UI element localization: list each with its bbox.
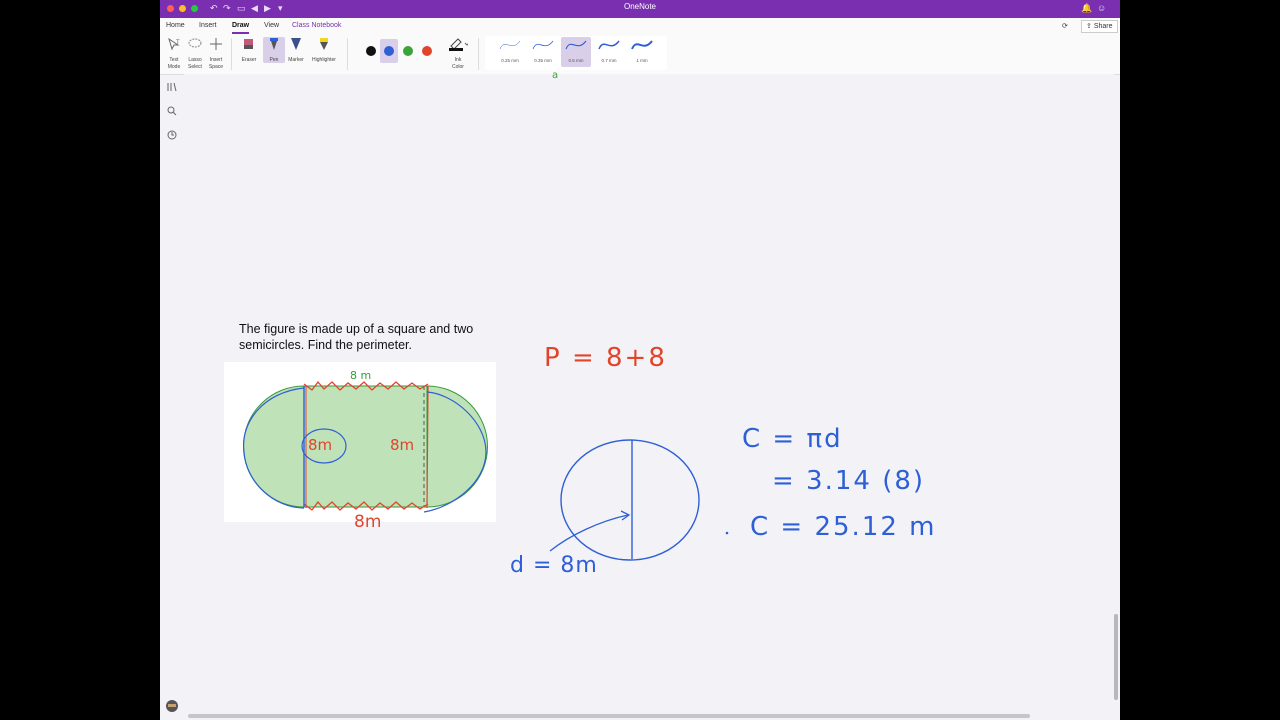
tab-draw[interactable]: Draw — [232, 22, 250, 34]
thickness-label: 0.35 mm — [534, 58, 552, 63]
highlighter-button[interactable]: Highlighter — [312, 37, 336, 63]
lasso-icon — [188, 38, 202, 48]
vertical-scrollbar[interactable] — [1114, 614, 1118, 700]
text-mode-icon: T — [168, 37, 180, 51]
eraser-button[interactable]: Eraser — [238, 37, 260, 63]
ink-dot — [725, 531, 729, 535]
circumference-formula: C = πd — [742, 424, 843, 454]
text-mode-label-2: Mode — [167, 64, 181, 70]
stroke-preview-icon — [631, 40, 653, 50]
thickness-label: 1 mm — [636, 58, 648, 63]
lasso-select-button[interactable]: Lasso Select — [184, 37, 206, 70]
menu-bar: Home Insert Draw View Class Notebook ⟳ ⇪… — [160, 18, 1120, 34]
stroke-preview-icon — [598, 40, 620, 50]
question-text: The figure is made up of a square and tw… — [239, 321, 539, 353]
top-side-label: 8 m — [350, 369, 372, 382]
account-icon[interactable]: ☺ — [1097, 3, 1106, 13]
color-swatch-red[interactable] — [422, 46, 432, 56]
marker-button[interactable]: Marker — [285, 37, 307, 63]
thickness-0-5mm[interactable]: 0.5 mm — [561, 37, 591, 67]
divider — [478, 38, 479, 70]
tab-view[interactable]: View — [264, 22, 279, 29]
svg-text:T: T — [176, 40, 180, 46]
color-swatch-black[interactable] — [366, 46, 376, 56]
tab-insert[interactable]: Insert — [199, 22, 217, 29]
stroke-preview-icon — [499, 40, 521, 50]
square-semicircles-diagram — [242, 380, 488, 513]
question-line-2: semicircles. Find the perimeter. — [239, 338, 412, 352]
divider — [347, 38, 348, 70]
navigation-sidebar — [160, 74, 184, 720]
thickness-0-25mm[interactable]: 0.25 mm — [495, 37, 525, 67]
right-side-label: 8m — [390, 436, 415, 454]
stroke-preview-icon — [565, 40, 587, 50]
insert-space-label: Insert — [209, 57, 223, 63]
ink-color-icon — [449, 38, 470, 51]
thickness-1mm[interactable]: 1 mm — [627, 37, 657, 67]
title-bar: ↶ ↷ ▭ ◀ ▶ ▾ OneNote 🔔 ☺ — [160, 0, 1120, 18]
notification-bell-icon[interactable]: 🔔 — [1081, 3, 1092, 14]
highlighter-label: Highlighter — [312, 57, 336, 63]
diameter-label: d = 8m — [510, 553, 598, 578]
left-side-label: 8m — [308, 436, 333, 454]
thickness-label: 0.25 mm — [501, 58, 519, 63]
share-label: Share — [1093, 23, 1113, 30]
question-line-1: The figure is made up of a square and tw… — [239, 322, 474, 336]
horizontal-scrollbar[interactable] — [188, 714, 1030, 718]
share-button[interactable]: ⇪ Share — [1081, 20, 1118, 33]
window-title: OneNote — [623, 2, 657, 11]
figure-image — [224, 362, 496, 522]
pen-label: Pen — [269, 57, 279, 63]
divider — [231, 38, 232, 70]
insert-space-icon — [210, 38, 222, 50]
marker-icon — [291, 38, 301, 50]
circumference-substitution: = 3.14 (8) — [772, 466, 926, 496]
user-avatar-icon[interactable] — [165, 699, 179, 713]
tab-class-notebook[interactable]: Class Notebook — [292, 22, 341, 29]
circle-outline — [560, 439, 700, 561]
eraser-icon — [244, 39, 253, 49]
pen-button[interactable]: Pen — [263, 37, 285, 63]
ink-color-label: Ink — [454, 57, 462, 63]
color-swatch-green[interactable] — [403, 46, 413, 56]
text-mode-label: Text — [169, 57, 179, 63]
ink-color-label-2: Color — [452, 64, 464, 70]
sync-icon[interactable]: ⟳ — [1062, 22, 1068, 30]
recent-clock-icon[interactable] — [167, 130, 177, 140]
insert-space-label-2: Space — [208, 64, 224, 70]
thickness-label: 0.5 mm — [568, 58, 584, 63]
thickness-label: 0.7 mm — [601, 58, 617, 63]
notebooks-icon[interactable] — [167, 82, 177, 92]
highlighter-icon — [320, 38, 328, 50]
pen-icon — [270, 38, 278, 50]
marker-label: Marker — [288, 57, 304, 63]
stroke-preview-icon — [532, 40, 554, 50]
text-mode-button[interactable]: T Text Mode — [163, 37, 185, 70]
lasso-label-2: Select — [188, 64, 202, 70]
insert-space-button[interactable]: Insert Space — [205, 37, 227, 70]
share-icon: ⇪ — [1086, 23, 1092, 30]
stray-ink-mark: a — [552, 70, 559, 81]
tab-home[interactable]: Home — [166, 22, 185, 29]
draw-ribbon: T Text Mode Lasso Select Insert Space Er… — [160, 34, 1120, 75]
color-swatch-blue[interactable] — [384, 46, 394, 56]
onenote-window: ↶ ↷ ▭ ◀ ▶ ▾ OneNote 🔔 ☺ Home Insert Draw… — [160, 0, 1120, 720]
thickness-0-7mm[interactable]: 0.7 mm — [594, 37, 624, 67]
search-icon[interactable] — [167, 106, 177, 116]
arrow-shaft — [549, 514, 629, 552]
ink-color-button[interactable]: Ink Color — [447, 37, 470, 70]
bottom-side-label: 8m — [354, 512, 382, 532]
thickness-0-35mm[interactable]: 0.35 mm — [528, 37, 558, 67]
circumference-result: C = 25.12 m — [750, 512, 937, 542]
perimeter-equation: P = 8+8 — [544, 343, 667, 373]
eraser-label: Eraser — [241, 57, 257, 63]
lasso-label: Lasso — [188, 57, 202, 63]
